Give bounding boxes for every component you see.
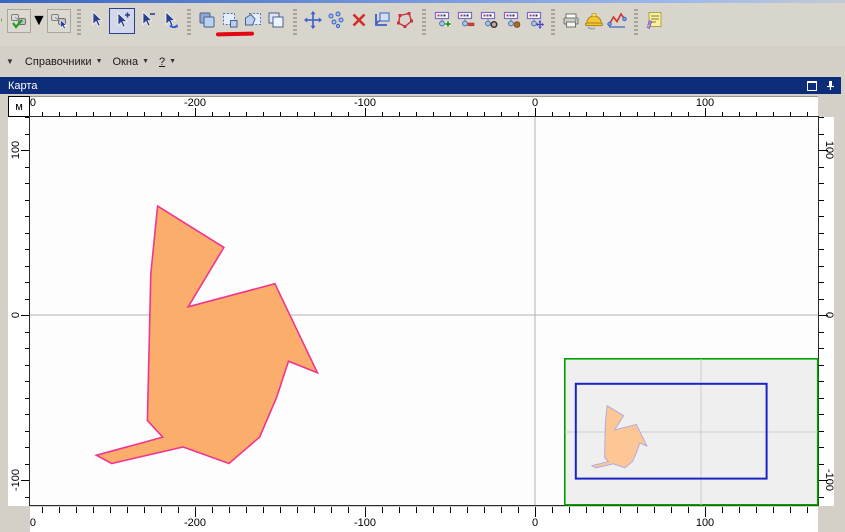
red-underline-annotation: [216, 32, 254, 37]
ruler-label: -200: [184, 517, 206, 529]
station-terrain-icon[interactable]: [500, 9, 522, 31]
menubar-overflow-icon[interactable]: ▼: [4, 57, 20, 66]
menu-item-label: ?: [159, 56, 165, 68]
map-canvas[interactable]: [29, 116, 819, 506]
ruler-label: -100: [354, 97, 376, 109]
select-drag-tool-icon[interactable]: [159, 9, 181, 31]
menu-item-directories[interactable]: Справочники ▼: [20, 53, 108, 71]
ruler-bottom: -300 -200 -100 0 100: [30, 507, 818, 532]
toolbar-separator: [187, 9, 191, 35]
ruler-label: -300: [30, 517, 36, 529]
clipped-icon[interactable]: [1, 9, 6, 31]
move-station-icon[interactable]: [523, 9, 545, 31]
pin-button[interactable]: [823, 79, 837, 92]
ruler-right: 100 0 -100: [819, 117, 834, 506]
ruler-label: -100: [823, 469, 834, 491]
ruler-label: 100: [10, 141, 22, 159]
pin-icon: [826, 80, 835, 91]
toolbar-separator: [634, 9, 638, 35]
restore-button[interactable]: [805, 79, 819, 92]
ruler-unit-box: м: [8, 96, 30, 117]
delete-icon[interactable]: [348, 9, 370, 31]
select-remove-tool-icon[interactable]: [136, 9, 158, 31]
ruler-left: 100 0 -100: [8, 117, 30, 506]
edit-polygon-icon[interactable]: [394, 9, 416, 31]
station-properties-icon[interactable]: [477, 9, 499, 31]
create-shape-icon[interactable]: [196, 9, 218, 31]
map-drawing: [29, 116, 819, 506]
ruler-label: 100: [823, 141, 834, 159]
ruler-label: -100: [354, 517, 376, 529]
toolbar-separator: [77, 9, 81, 35]
menu-item-windows[interactable]: Окна▼: [108, 53, 155, 71]
ruler-label: 0: [532, 517, 538, 529]
main-toolbar: ▼: [0, 3, 845, 46]
ruler-label: -100: [10, 469, 22, 491]
ruler-top: -300 -200 -100 0 100: [30, 96, 818, 118]
ruler-label: 0: [10, 312, 22, 318]
helmet-icon[interactable]: [583, 9, 605, 31]
zoom-extent-icon[interactable]: [371, 9, 393, 31]
menu-item-help[interactable]: ?▼: [154, 53, 181, 71]
restore-icon: [807, 81, 817, 91]
print-icon[interactable]: [560, 9, 582, 31]
select-add-tool-icon[interactable]: [109, 8, 135, 34]
ruler-label: 0: [823, 312, 834, 318]
ruler-label: 100: [696, 517, 714, 529]
ruler-label: -200: [184, 97, 206, 109]
map-panel-titlebar: Карта: [0, 77, 841, 94]
menu-item-label: Окна: [113, 56, 139, 68]
copy-shape-icon[interactable]: [219, 9, 241, 31]
ruler-label: 0: [532, 97, 538, 109]
toolbar-separator: [293, 9, 297, 35]
intersect-shapes-icon[interactable]: [265, 9, 287, 31]
notes-icon[interactable]: [643, 9, 665, 31]
menu-caret-icon: ▼: [169, 58, 176, 65]
map-panel-title: Карта: [0, 80, 805, 92]
ruler-label: -300: [30, 97, 36, 109]
menu-item-label: Справочники: [25, 56, 92, 68]
edit-vertices-icon[interactable]: [325, 9, 347, 31]
add-station-icon[interactable]: [431, 9, 453, 31]
select-objects-icon[interactable]: [7, 9, 31, 33]
select-with-cursor-icon[interactable]: [47, 9, 71, 33]
profile-chart-icon[interactable]: [606, 9, 628, 31]
toolbar-separator: [551, 9, 555, 35]
menu-caret-icon: ▼: [96, 58, 103, 65]
ruler-label: 100: [696, 97, 714, 109]
menu-caret-icon: ▼: [142, 58, 149, 65]
select-tool-icon[interactable]: [86, 9, 108, 31]
toolbar-separator: [422, 9, 426, 35]
minimap[interactable]: [565, 359, 818, 505]
dropdown-caret-icon[interactable]: ▼: [31, 12, 47, 30]
move-tool-icon[interactable]: [302, 9, 324, 31]
remove-station-icon[interactable]: [454, 9, 476, 31]
paste-shape-icon[interactable]: [242, 9, 264, 31]
menu-bar: ▼ Справочники▼Окна▼?▼: [0, 46, 845, 77]
